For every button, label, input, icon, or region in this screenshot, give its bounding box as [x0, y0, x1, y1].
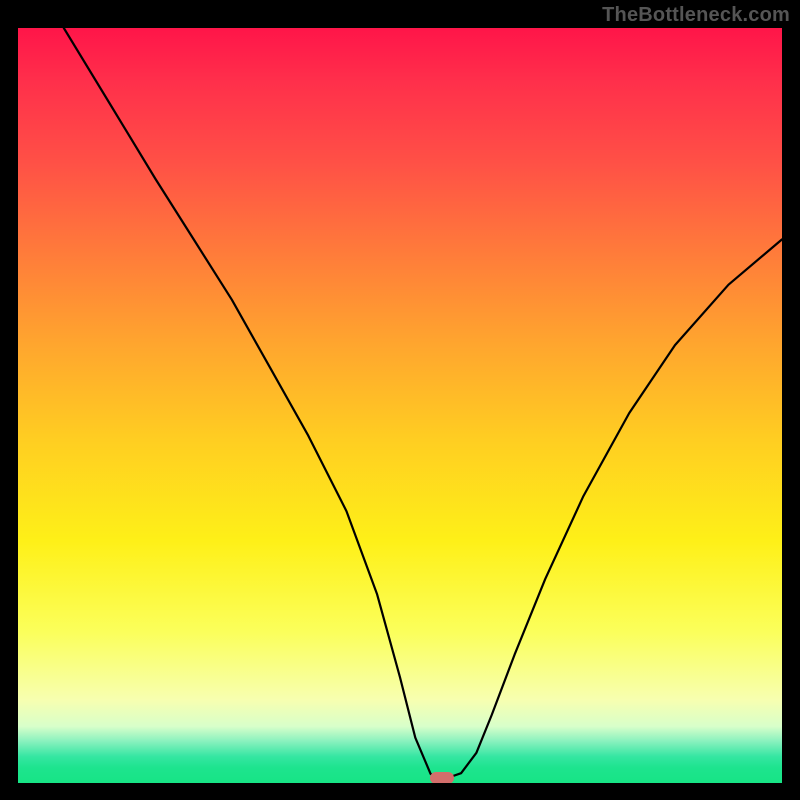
curve-svg — [18, 28, 782, 783]
bottleneck-curve — [64, 28, 782, 779]
watermark-text: TheBottleneck.com — [602, 4, 790, 27]
chart-stage: TheBottleneck.com — [0, 0, 800, 800]
plot-area — [18, 28, 782, 783]
optimum-marker — [430, 772, 454, 783]
